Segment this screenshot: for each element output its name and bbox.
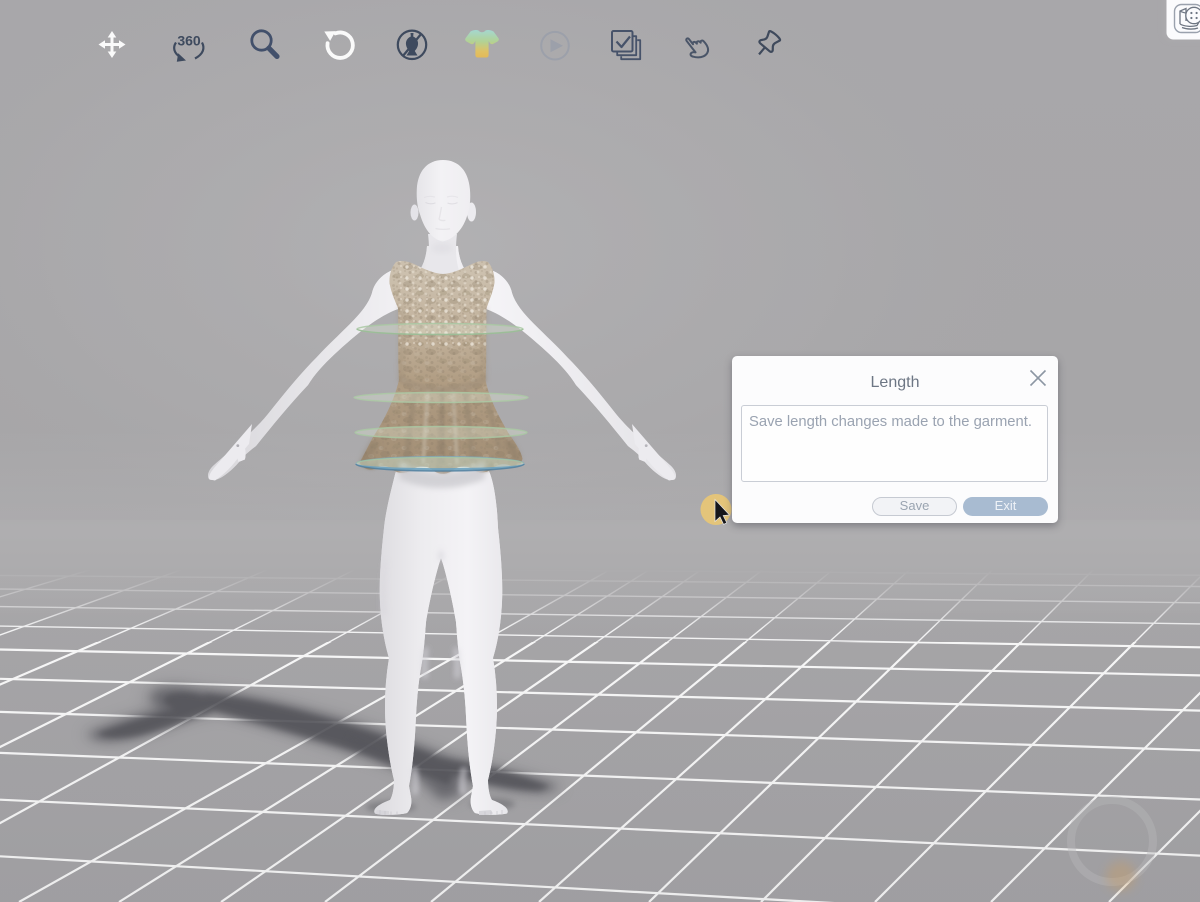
svg-text:360: 360 [177,33,201,49]
